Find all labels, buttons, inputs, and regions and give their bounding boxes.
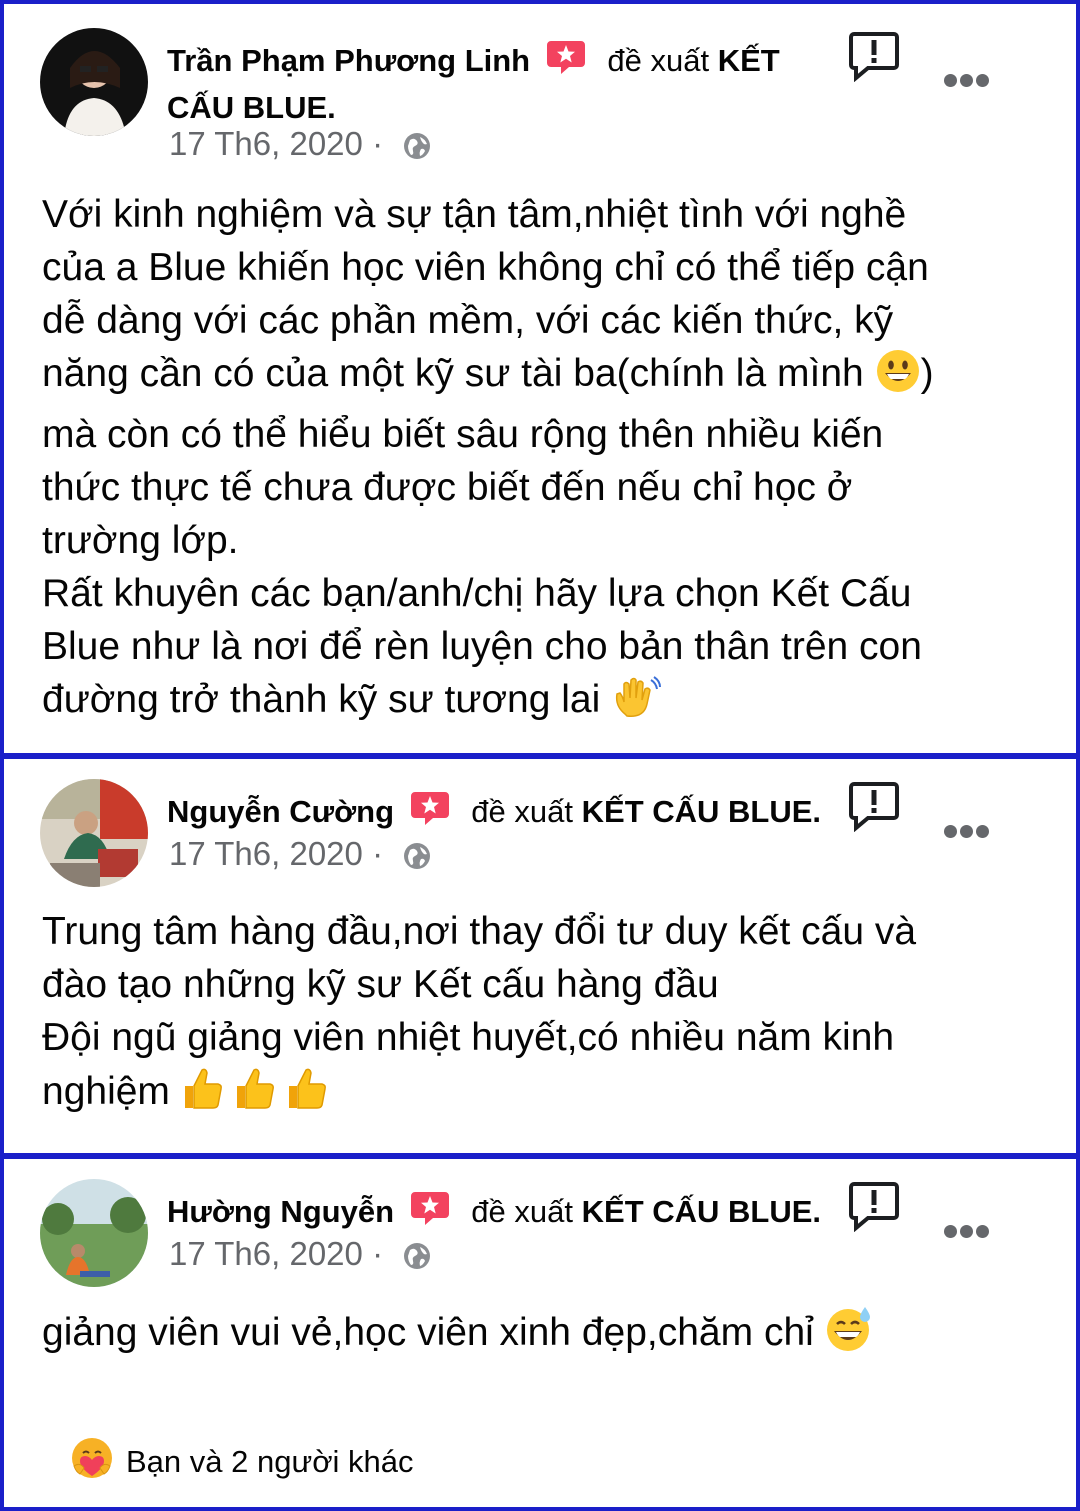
page-name-cont[interactable]: CẤU BLUE.	[167, 90, 336, 125]
review-card: Trần Phạm Phương Linh đề xuất KẾT CẤU BL…	[0, 0, 1080, 757]
page-name[interactable]: KẾT CẤU BLUE.	[582, 794, 821, 829]
recommend-icon	[410, 788, 449, 837]
review-header: Trần Phạm Phương Linh đề xuất KẾT CẤU BL…	[167, 37, 780, 129]
thumbs-up-emoji-icon	[181, 1064, 331, 1126]
text-line: nghiệm	[42, 1070, 170, 1113]
review-meta: 17 Th6, 2020 ·	[169, 1235, 432, 1279]
report-icon[interactable]	[848, 1180, 900, 1233]
grinning-face-emoji-icon	[875, 348, 921, 408]
globe-icon	[402, 841, 432, 879]
review-card: Nguyễn Cường đề xuất KẾT CẤU BLUE. 17 Th…	[0, 755, 1080, 1157]
avatar[interactable]	[40, 1179, 148, 1287]
text-line: )	[920, 352, 934, 395]
text-line: mà còn có thể hiểu biết sâu rộng thên nh…	[42, 413, 884, 456]
recommend-verb: đề xuất	[607, 43, 710, 78]
review-date[interactable]: 17 Th6, 2020	[169, 835, 363, 872]
avatar[interactable]	[40, 779, 148, 887]
text-line: dễ dàng với các phần mềm, với các kiến t…	[42, 299, 894, 342]
report-icon[interactable]	[848, 780, 900, 833]
more-options-icon[interactable]	[944, 74, 990, 88]
review-header: Hường Nguyễn đề xuất KẾT CẤU BLUE.	[167, 1188, 821, 1237]
more-options-icon[interactable]	[944, 825, 990, 839]
text-line: của a Blue khiến học viên không chỉ có t…	[42, 246, 929, 289]
review-date[interactable]: 17 Th6, 2020	[169, 125, 363, 162]
author-name[interactable]: Hường Nguyễn	[167, 1194, 394, 1229]
review-text: giảng viên vui vẻ,học viên xinh đẹp,chăm…	[42, 1305, 1032, 1367]
text-line: Blue như là nơi để rèn luyện cho bản thâ…	[42, 625, 922, 668]
waving-hand-emoji-icon	[611, 674, 662, 734]
recommend-verb: đề xuất	[471, 1194, 573, 1229]
globe-icon	[402, 131, 432, 169]
recommend-icon	[546, 37, 585, 86]
text-line: đường trở thành kỹ sư tương lai	[42, 678, 601, 721]
page-name[interactable]: KẾT	[718, 43, 780, 78]
reactions-summary[interactable]: Bạn và 2 người khác	[70, 1436, 414, 1488]
text-line: thức thực tế chưa được biết đến nếu chỉ …	[42, 466, 853, 509]
review-text: Với kinh nghiệm và sự tận tâm,nhiệt tình…	[42, 188, 1032, 734]
meta-separator: ·	[372, 835, 384, 872]
review-meta: 17 Th6, 2020 ·	[169, 835, 432, 879]
avatar[interactable]	[40, 28, 148, 136]
reactions-text: Bạn và 2 người khác	[126, 1444, 414, 1479]
review-meta: 17 Th6, 2020 ·	[169, 125, 432, 169]
text-line: Rất khuyên các bạn/anh/chị hãy lựa chọn …	[42, 572, 912, 615]
review-header: Nguyễn Cường đề xuất KẾT CẤU BLUE.	[167, 788, 821, 837]
care-reaction-icon	[70, 1436, 114, 1488]
review-date[interactable]: 17 Th6, 2020	[169, 1235, 363, 1272]
globe-icon	[402, 1241, 432, 1279]
text-line: Với kinh nghiệm và sự tận tâm,nhiệt tình…	[42, 193, 907, 236]
text-line: trường lớp.	[42, 519, 239, 562]
report-icon[interactable]	[848, 30, 900, 83]
text-line: năng cần có của một kỹ sư tài ba(chính l…	[42, 352, 864, 395]
review-text: Trung tâm hàng đầu,nơi thay đổi tư duy k…	[42, 905, 1032, 1126]
text-line: Trung tâm hàng đầu,nơi thay đổi tư duy k…	[42, 910, 917, 953]
text-line: Đội ngũ giảng viên nhiệt huyết,có nhiều …	[42, 1016, 895, 1059]
recommend-icon	[410, 1188, 449, 1237]
author-name[interactable]: Trần Phạm Phương Linh	[167, 43, 530, 78]
grinning-sweat-emoji-icon	[825, 1305, 873, 1367]
page-name[interactable]: KẾT CẤU BLUE.	[582, 1194, 821, 1229]
text-line: đào tạo những kỹ sư Kết cấu hàng đầu	[42, 963, 719, 1006]
text-line: giảng viên vui vẻ,học viên xinh đẹp,chăm…	[42, 1311, 814, 1354]
meta-separator: ·	[372, 1235, 384, 1272]
meta-separator: ·	[372, 125, 384, 162]
recommend-verb: đề xuất	[471, 794, 573, 829]
more-options-icon[interactable]	[944, 1225, 990, 1239]
author-name[interactable]: Nguyễn Cường	[167, 794, 394, 829]
